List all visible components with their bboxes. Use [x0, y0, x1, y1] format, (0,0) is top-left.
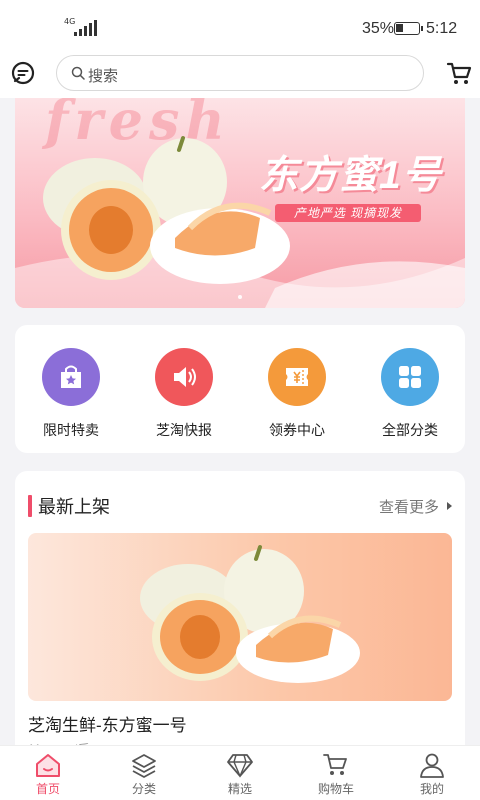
message-icon[interactable] [10, 60, 36, 86]
layers-icon [132, 754, 156, 778]
tab-home[interactable]: 首页 [18, 752, 78, 797]
tab-categories[interactable]: 分类 [114, 752, 174, 797]
search-icon [71, 66, 85, 80]
header: 搜索 [0, 52, 480, 98]
quick-menu-coupons[interactable]: 领券中心 [247, 348, 347, 440]
coupon-yen-icon [268, 348, 326, 406]
tab-featured[interactable]: 精选 [210, 752, 270, 797]
section-accent-bar [28, 495, 32, 517]
clock: 5:12 [426, 20, 458, 37]
quick-menu-news[interactable]: 芝淘快报 [134, 348, 234, 440]
product-image[interactable] [28, 533, 452, 701]
product-name[interactable]: 芝淘生鲜-东方蜜一号 [28, 711, 187, 736]
banner-title: 东方蜜1号 [259, 154, 442, 197]
quick-menu-label: 限时特卖 [43, 422, 99, 438]
tab-label: 我的 [419, 782, 444, 796]
user-icon [420, 753, 444, 778]
bottom-tab-bar: 首页 分类 精选 购物车 我的 [0, 745, 480, 800]
quick-menu-label: 领券中心 [269, 422, 325, 438]
tab-profile[interactable]: 我的 [402, 752, 462, 797]
quick-menu-flash-sale[interactable]: 限时特卖 [21, 348, 121, 440]
shopping-bag-star-icon [42, 348, 100, 406]
search-placeholder: 搜索 [88, 68, 119, 85]
tab-label: 精选 [227, 782, 252, 796]
speaker-icon [155, 348, 213, 406]
cart-icon [323, 754, 347, 775]
battery-icon [394, 22, 423, 35]
melon-illustration [15, 136, 465, 308]
tab-label: 分类 [131, 782, 156, 796]
cart-icon[interactable] [446, 60, 472, 86]
quick-menu-label: 芝淘快报 [156, 422, 212, 438]
diamond-icon [227, 754, 253, 778]
grid-icon [381, 348, 439, 406]
quick-menu-all-categories[interactable]: 全部分类 [360, 348, 460, 440]
section-title: 最新上架 [38, 497, 110, 517]
promo-banner[interactable]: fresh 东方蜜1号 产地严选 现摘现发 [15, 98, 465, 308]
tab-cart[interactable]: 购物车 [306, 752, 366, 797]
battery-percent: 35% [362, 20, 395, 37]
carousel-indicator [238, 295, 242, 299]
quick-menu-label: 全部分类 [382, 422, 438, 438]
new-arrivals-section: 最新上架 查看更多 芝淘生鲜-东方蜜一号 ￥00.00/斤 [15, 471, 465, 761]
search-input[interactable]: 搜索 [56, 55, 424, 91]
chevron-right-icon [447, 502, 452, 510]
quick-menu: 限时特卖 芝淘快报 领券中心 全部分类 [15, 325, 465, 453]
status-bar: 4G 35% 5:12 [0, 0, 480, 52]
home-icon [36, 754, 60, 777]
see-more-link[interactable]: 查看更多 [379, 496, 439, 517]
tab-label: 首页 [35, 782, 60, 796]
banner-tagline: 产地严选 现摘现发 [275, 204, 421, 222]
tab-label: 购物车 [317, 782, 354, 796]
signal-icon: 4G [64, 18, 97, 38]
melon-product-illustration [140, 545, 360, 683]
